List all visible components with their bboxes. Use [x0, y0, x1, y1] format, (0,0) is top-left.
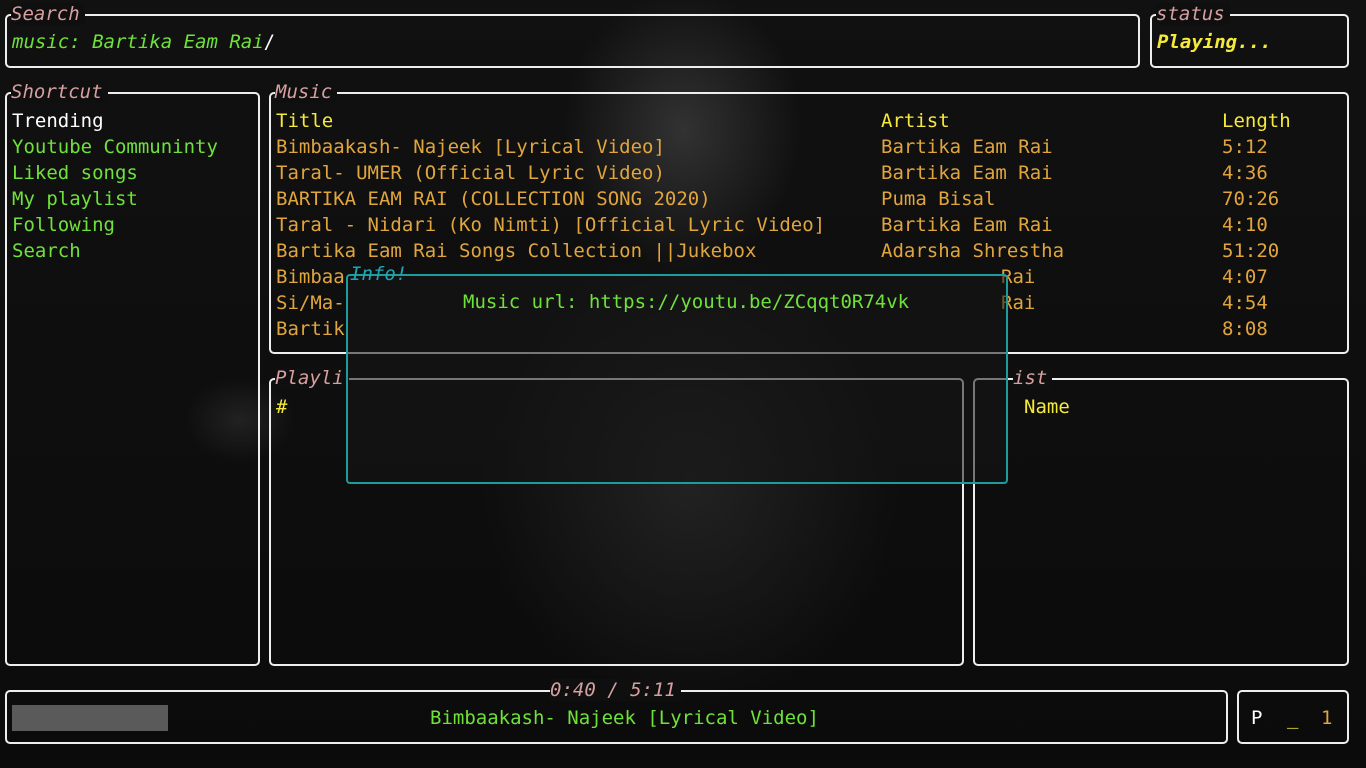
info-popup[interactable]: Info! Music url: https://youtu.be/ZCqqt0… — [346, 263, 1008, 484]
search-input[interactable]: music: Bartika Eam Rai/ — [12, 29, 275, 55]
song-length: 8:08 — [1222, 318, 1268, 340]
song-length: 4:54 — [1222, 292, 1268, 314]
list-panel: ist Name — [973, 367, 1349, 666]
song-title: Taral - Nidari (Ko Nimti) [Official Lyri… — [276, 214, 826, 236]
song-title: Bartik — [276, 318, 345, 340]
playlist-panel-title: Playli — [275, 367, 349, 389]
text-cursor: / — [263, 31, 276, 53]
song-title: BARTIKA EAM RAI (COLLECTION SONG 2020) — [276, 188, 711, 210]
list-panel-title: ist — [1013, 367, 1053, 389]
shortcut-item-my-playlist[interactable]: My playlist — [12, 186, 138, 212]
song-title: Bartika Eam Rai Songs Collection ||Jukeb… — [276, 240, 757, 262]
song-length: 4:36 — [1222, 162, 1268, 184]
song-artist: Puma Bisal — [881, 188, 996, 210]
song-length: 5:12 — [1222, 136, 1268, 158]
mode-separator: _ — [1287, 707, 1299, 729]
playback-time: 0:40 / 5:11 — [550, 679, 681, 701]
song-artist: Bartika Eam Rai — [881, 162, 1053, 184]
shortcut-item-search[interactable]: Search — [12, 238, 81, 264]
mode-letter: P — [1251, 707, 1263, 729]
mode-number: 1 — [1321, 707, 1333, 729]
list-column-name: Name — [1024, 396, 1070, 418]
column-header-length[interactable]: Length — [1222, 108, 1291, 134]
song-length: 70:26 — [1222, 188, 1280, 210]
song-length: 51:20 — [1222, 240, 1280, 262]
status-panel: status Playing... — [1150, 3, 1349, 68]
song-title: Bimbaakash- Najeek [Lyrical Video] — [276, 136, 665, 158]
column-header-artist[interactable]: Artist — [881, 108, 950, 134]
song-length: 4:10 — [1222, 214, 1268, 236]
song-title: Si/Ma- — [276, 292, 345, 314]
song-artist: Adarsha Shrestha — [881, 240, 1065, 262]
search-input-value: music: Bartika Eam Rai — [12, 31, 264, 53]
song-title: Bimbaa — [276, 266, 345, 288]
shortcut-panel-title: Shortcut — [11, 81, 108, 103]
shortcut-item-youtube-community[interactable]: Youtube Communinty — [12, 134, 218, 160]
song-artist: Bartika Eam Rai — [881, 214, 1053, 236]
shortcut-item-trending[interactable]: Trending — [12, 108, 104, 134]
info-popup-title: Info! — [350, 263, 408, 285]
shortcut-item-following[interactable]: Following — [12, 212, 115, 238]
column-header-title[interactable]: Title — [276, 108, 333, 134]
music-panel-title: Music — [275, 81, 338, 103]
song-length: 4:07 — [1222, 266, 1268, 288]
status-text: Playing... — [1157, 31, 1272, 53]
song-title: Taral- UMER (Official Lyric Video) — [276, 162, 665, 184]
song-artist: Bartika Eam Rai — [881, 136, 1053, 158]
shortcut-item-liked-songs[interactable]: Liked songs — [12, 160, 138, 186]
info-popup-message: Music url: https://youtu.be/ZCqqt0R74vk — [463, 291, 910, 313]
search-panel-title: Search — [11, 3, 85, 25]
progress-bar[interactable] — [12, 705, 168, 731]
status-panel-title: status — [1156, 3, 1230, 25]
search-panel[interactable]: Search music: Bartika Eam Rai/ — [5, 3, 1140, 68]
player-bar: 0:40 / 5:11 Bimbaakash- Najeek [Lyrical … — [5, 679, 1228, 744]
shortcut-panel: Shortcut Trending Youtube Communinty Lik… — [5, 81, 260, 666]
playlist-column-number: # — [276, 396, 288, 418]
mode-panel: P _ 1 — [1237, 690, 1349, 744]
now-playing-title: Bimbaakash- Najeek [Lyrical Video] — [430, 707, 819, 729]
